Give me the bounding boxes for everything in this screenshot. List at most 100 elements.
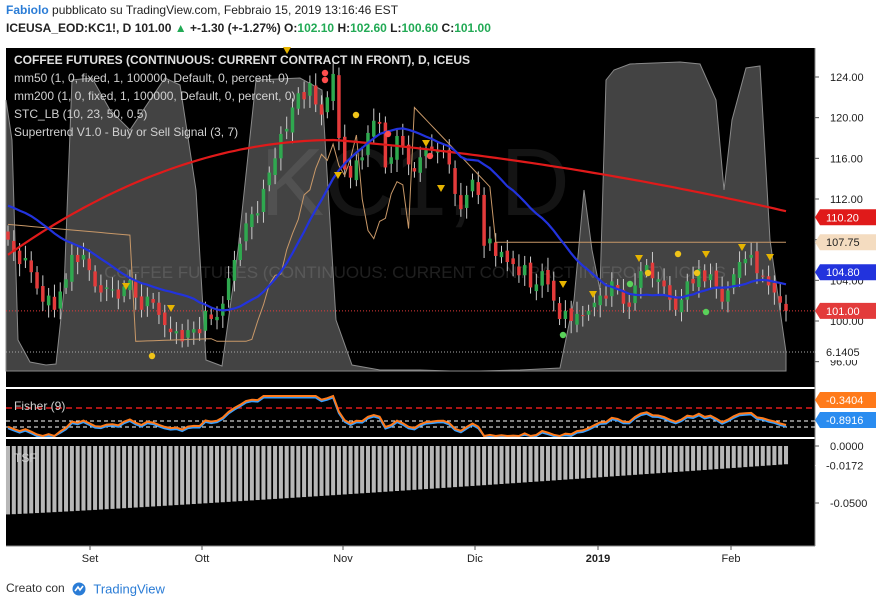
candle-body	[679, 299, 684, 313]
fisher-pane[interactable]	[6, 389, 815, 437]
tradingview-logo-icon	[72, 582, 86, 596]
time-axis[interactable]	[6, 546, 815, 570]
tsf-bar	[458, 446, 463, 487]
tsf-bar	[749, 446, 754, 467]
tsf-bar	[354, 446, 359, 494]
candle-body	[726, 290, 730, 302]
tsf-bar	[615, 446, 620, 477]
tsf-bar	[551, 446, 556, 481]
tradingview-brand[interactable]: TradingView	[93, 581, 165, 596]
tsf-label[interactable]: TSF	[14, 451, 37, 465]
tsf-bar	[360, 446, 365, 494]
tsf-bar	[214, 446, 220, 503]
tsf-bar	[238, 446, 243, 502]
candle-body	[581, 315, 585, 317]
candle-body	[139, 296, 144, 310]
author-name[interactable]: Fabiolo	[6, 3, 49, 17]
tsf-tick-label: 0.0000	[830, 441, 864, 453]
candle-body	[163, 312, 167, 326]
tsf-bar	[696, 446, 701, 471]
candle-body	[203, 310, 208, 331]
candle-body	[528, 262, 533, 288]
candle-body	[157, 302, 161, 315]
tsf-bar	[662, 446, 667, 473]
tsf-bar	[499, 446, 504, 484]
candle-body	[46, 295, 51, 306]
tsf-bar	[638, 446, 643, 475]
legend-mm50[interactable]: mm50 (1, 0, fixed, 1, 100000, Default, 0…	[14, 71, 289, 85]
time-label: Set	[82, 553, 99, 565]
candle-body	[482, 194, 486, 246]
candle-body	[650, 262, 655, 279]
tsf-bar	[46, 446, 51, 513]
footer: Creato con TradingView	[6, 581, 165, 596]
time-label: Ott	[195, 553, 210, 565]
tsf-bar	[598, 446, 603, 478]
tsf-bar	[400, 446, 405, 491]
candle-body	[511, 258, 515, 265]
tsf-bar	[667, 446, 672, 473]
candle-body	[81, 254, 86, 260]
tsf-bar	[209, 446, 214, 503]
candle-body	[772, 282, 777, 293]
candle-body	[6, 231, 10, 240]
tsf-bar	[284, 446, 289, 499]
candle-body	[308, 83, 312, 96]
candle-body	[656, 279, 661, 282]
candle-body	[737, 262, 742, 278]
candle-body	[459, 195, 463, 210]
high-label: H:	[337, 21, 351, 35]
candle-body	[35, 272, 39, 289]
legend-mm200[interactable]: mm200 (1, 0, fixed, 1, 100000, Default, …	[14, 89, 296, 103]
candle-body	[372, 120, 376, 137]
watermark-symbol: KC1, D	[260, 129, 569, 236]
candle-body	[720, 288, 724, 302]
legend-stc[interactable]: STC_LB (10, 23, 50, 0.5)	[14, 107, 147, 121]
tsf-bar	[621, 446, 626, 476]
tsf-bar	[406, 446, 411, 491]
tsf-bar	[180, 446, 185, 505]
legend-supertrend[interactable]: Supertrend V1.0 - Buy or Sell Signal (3,…	[14, 125, 238, 139]
tsf-bar	[307, 446, 312, 497]
signal-dot	[321, 69, 329, 77]
tsf-bar	[691, 446, 696, 471]
tsf-bar	[104, 446, 109, 510]
candle-body	[749, 254, 753, 258]
tsf-bar	[185, 446, 191, 505]
candle-body	[546, 269, 550, 285]
tsf-bar	[203, 446, 208, 504]
tsf-bar	[232, 446, 237, 502]
tsf-bar	[418, 446, 423, 490]
candle-body	[348, 165, 353, 178]
tsf-bar	[371, 446, 376, 493]
candle-body	[290, 107, 295, 133]
tsf-bar	[145, 446, 150, 507]
tsf-bar	[122, 446, 127, 509]
candle-body	[151, 299, 155, 303]
tsf-bar	[139, 446, 144, 508]
candle-body	[586, 310, 591, 315]
chart-area[interactable]: KC1, D COFFEE FUTURES (CONTINUOUS: CURRE…	[0, 40, 884, 574]
candle-body	[453, 168, 457, 194]
tsf-bar	[162, 446, 167, 506]
candle-body	[552, 280, 556, 301]
tsf-bar	[766, 446, 771, 466]
open-label: O:	[284, 21, 298, 35]
tsf-bar	[429, 446, 434, 489]
low-value: 100.60	[401, 21, 439, 35]
tsf-bar	[226, 446, 231, 502]
tsf-bar	[633, 446, 638, 475]
candle-body	[761, 275, 765, 277]
candle-body	[354, 160, 359, 181]
candle-body	[476, 182, 481, 195]
tsf-bar	[487, 446, 492, 485]
badge-supertrend: 107.75	[826, 237, 860, 249]
tsf-bar	[673, 446, 678, 473]
tsf-bar	[679, 446, 684, 472]
fisher-label[interactable]: Fisher (9)	[14, 399, 65, 413]
candle-body	[29, 260, 33, 273]
tsf-bar	[348, 446, 353, 495]
candle-body	[250, 214, 254, 228]
candle-body	[23, 257, 28, 261]
tsf-bar	[778, 446, 783, 465]
